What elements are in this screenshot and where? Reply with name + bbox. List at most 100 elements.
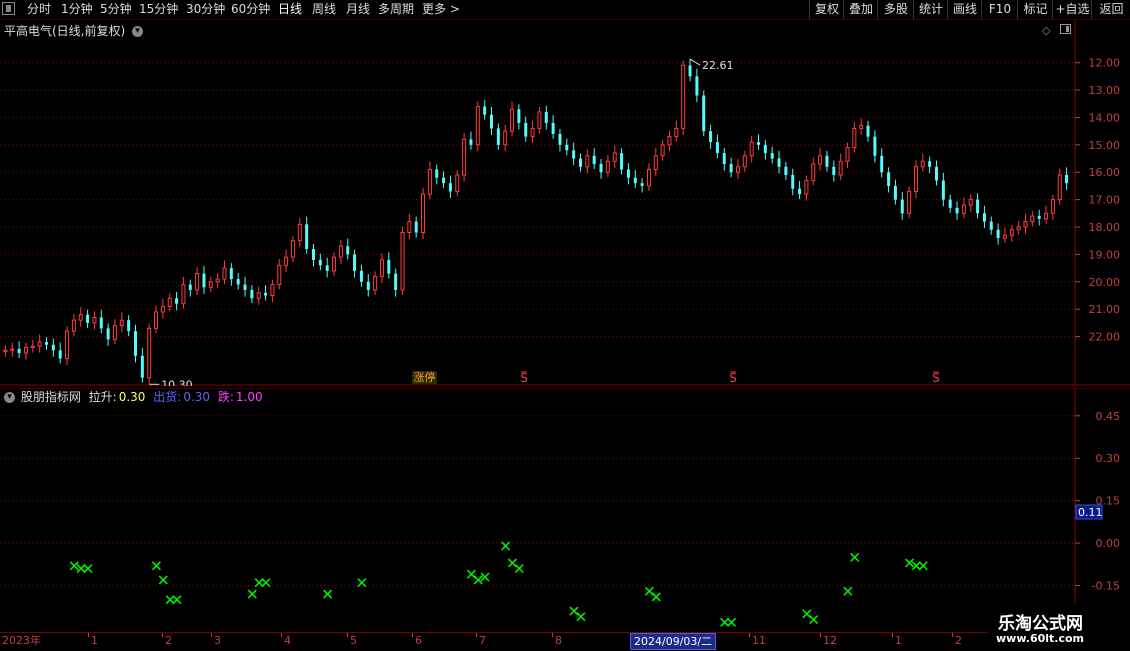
time-axis-label: 2023年 (2, 634, 41, 647)
candle-down-body (51, 344, 55, 351)
candle-down-body (948, 199, 952, 208)
candle-up-body (503, 130, 508, 146)
x-marker (651, 592, 661, 602)
candle-down-body (353, 254, 357, 271)
toolbar-button[interactable]: 标记 (1017, 0, 1053, 19)
candle-up-body (195, 273, 200, 291)
candle-down-body (798, 188, 802, 195)
candle-up-body (427, 168, 432, 195)
main-price-chart[interactable]: 22.00 21.00 20.00 19.00 18.00 17.00 16.00 15.00… (0, 20, 1130, 386)
candle-down-body (784, 166, 788, 175)
candle-up-body (961, 204, 966, 214)
x-marker (261, 578, 271, 588)
timeframe-tab[interactable]: 1分钟 (61, 2, 93, 17)
toolbar-button[interactable]: F10 (981, 0, 1018, 19)
candle-up-body (585, 155, 590, 168)
toolbar-button[interactable]: 复权 (809, 0, 844, 19)
time-axis-label: 4 (284, 634, 291, 647)
watermark-title: 乐淘公式网 (998, 614, 1083, 634)
candle-up-body (3, 349, 8, 353)
time-axis-tick (749, 633, 750, 637)
candle-up-body (455, 174, 460, 192)
s-marker: S (932, 371, 940, 385)
timeframe-tab[interactable]: 分时 (27, 2, 51, 17)
candle-down-body (976, 199, 980, 214)
timeframe-tab[interactable]: 更多 > (422, 2, 460, 17)
timeframe-tab[interactable]: 15分钟 (139, 2, 178, 17)
indicator-chart-svg: 0.450.300.150.00-0.150.11 (0, 388, 1130, 632)
candle-up-body (379, 259, 384, 277)
diamond-icon[interactable]: ◇ (1042, 24, 1050, 37)
candle-down-body (565, 144, 569, 151)
candle-down-body (757, 142, 760, 145)
timeframe-tab[interactable]: 周线 (312, 2, 336, 17)
indicator-axis-label: 0.30 (1096, 452, 1121, 465)
candle-down-body (791, 174, 795, 189)
x-marker (357, 578, 367, 588)
toolbar-button[interactable]: 统计 (913, 0, 948, 19)
candle-down-body (229, 268, 233, 280)
candle-up-body (290, 240, 295, 258)
die-label: 跌: (217, 390, 234, 404)
x-marker (904, 558, 915, 568)
timeframe-tab[interactable]: 5分钟 (100, 2, 132, 17)
candle-down-body (106, 328, 110, 340)
candle-up-body (845, 147, 850, 162)
candle-down-body (688, 65, 692, 77)
candle-up-body (147, 327, 152, 379)
candle-up-body (284, 256, 289, 266)
x-marker (514, 564, 524, 574)
candle-up-body (30, 345, 35, 349)
candle-down-body (941, 180, 945, 200)
x-marker (151, 561, 161, 571)
candle-down-body (900, 199, 904, 214)
x-marker (720, 617, 730, 627)
candle-down-body (928, 161, 932, 167)
candle-down-body (599, 164, 603, 173)
candle-up-body (749, 141, 754, 157)
candle-up-body (154, 311, 159, 329)
x-marker (850, 552, 860, 562)
panel-toggle-icon[interactable] (1060, 24, 1071, 34)
candle-up-body (605, 160, 610, 173)
chuhuo-label: 出货: (153, 390, 182, 404)
x-marker (802, 609, 812, 619)
time-axis-label: 8 (555, 634, 562, 647)
timeframe-tab[interactable]: 日线 (278, 2, 302, 17)
time-axis-tick (347, 633, 348, 637)
candle-down-body (893, 185, 897, 200)
indicator-chart[interactable]: 0.45 0.30 0.15 0.00 -0.15 0.11 ▾ 股朋指标网 拉升: 0.3… (0, 388, 1130, 632)
candle-down-body (524, 122, 528, 137)
candle-down-body (955, 207, 959, 214)
menu-icon[interactable] (2, 2, 15, 15)
title-dropdown-icon[interactable]: ▾ (132, 26, 144, 37)
x-marker (480, 572, 490, 582)
candle-up-body (1050, 199, 1055, 214)
candle-down-body (695, 76, 699, 96)
x-marker (644, 586, 654, 596)
time-axis-label: 12 (823, 634, 837, 647)
candle-up-body (1044, 212, 1049, 220)
indicator-name: 股朋指标网 (20, 390, 81, 404)
candle-down-body (887, 172, 891, 186)
toolbar-button[interactable]: 叠加 (843, 0, 878, 19)
x-marker (843, 586, 853, 596)
main-axis-label: 12.00 (1089, 57, 1121, 70)
candle-up-body (1057, 174, 1062, 201)
toolbar-button[interactable]: 多股 (877, 0, 914, 19)
timeframe-tab[interactable]: 月线 (346, 2, 370, 17)
toolbar-button[interactable]: 画线 (947, 0, 982, 19)
candle-up-body (78, 314, 83, 321)
candle-down-body (188, 284, 192, 291)
candle-down-body (45, 342, 48, 345)
toolbar-button[interactable]: +自选 (1052, 0, 1092, 19)
indicator-dropdown-icon[interactable]: ▾ (4, 392, 15, 403)
die-value: 1.00 (235, 390, 263, 404)
timeframe-tab[interactable]: 30分钟 (186, 2, 225, 17)
toolbar-button[interactable]: 返回 (1091, 0, 1130, 19)
timeframe-tab[interactable]: 60分钟 (231, 2, 270, 17)
timeframe-tab[interactable]: 多周期 (378, 2, 414, 17)
toolbar: 分时 1分钟 5分钟 15分钟 30分钟 60分钟 日线 周线 月线 多周期 更多 > 复权 叠加 多股… (0, 0, 1130, 20)
main-axis-label: 17.00 (1089, 194, 1121, 207)
indicator-title: ▾ 股朋指标网 拉升: 0.30 出货: 0.30 跌: 1.00 (4, 388, 263, 405)
